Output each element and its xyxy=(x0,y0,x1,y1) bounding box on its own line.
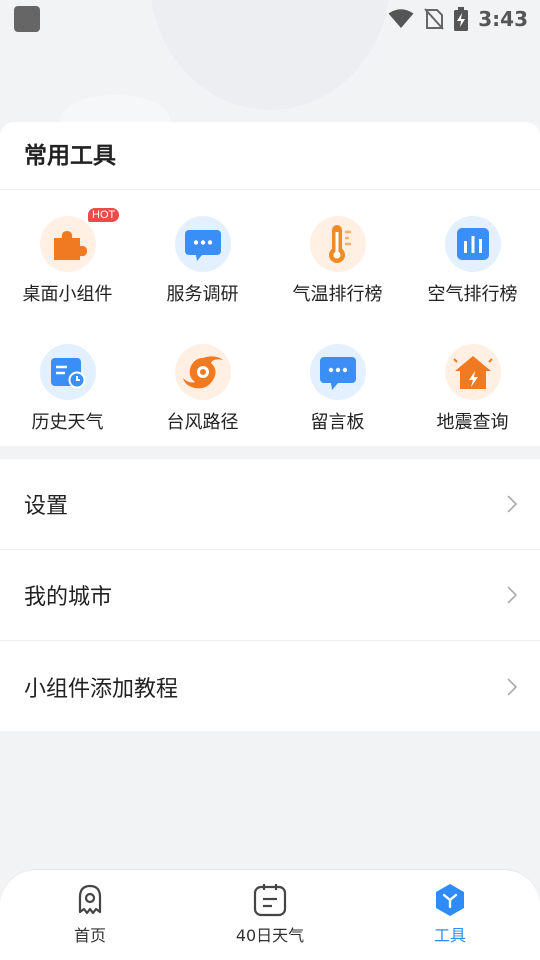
tool-earthquake-query[interactable]: 地震查询 xyxy=(405,326,540,454)
tool-label: 留言板 xyxy=(310,412,365,433)
hot-badge: HOT xyxy=(88,208,120,222)
home-icon xyxy=(78,884,102,915)
chevron-right-icon xyxy=(507,677,518,696)
menu-item-label: 小组件添加教程 xyxy=(24,676,179,702)
nav-40-day-weather[interactable]: 40日天气 xyxy=(180,870,360,960)
wifi-icon xyxy=(388,9,414,29)
history-calendar-icon xyxy=(39,344,96,400)
tool-air-ranking[interactable]: 空气排行榜 xyxy=(405,198,540,326)
bar-chart-icon xyxy=(444,216,501,272)
tool-typhoon-path[interactable]: 台风路径 xyxy=(135,326,270,454)
thermometer-icon xyxy=(309,216,366,272)
chevron-right-icon xyxy=(507,586,518,604)
earthquake-house-icon xyxy=(444,344,501,400)
tool-service-survey[interactable]: 服务调研 xyxy=(135,198,270,326)
settings-list: 设置 我的城市 小组件添加教程 xyxy=(0,459,540,731)
tool-temperature-ranking[interactable]: 气温排行榜 xyxy=(270,198,405,326)
bottom-nav: 首页 40日天气 工具 xyxy=(0,870,540,960)
menu-item-my-cities[interactable]: 我的城市 xyxy=(0,550,540,641)
tools-hexagon-icon xyxy=(436,884,464,916)
tool-history-weather[interactable]: 历史天气 xyxy=(0,326,135,454)
tool-label: 空气排行榜 xyxy=(427,284,518,305)
tool-label: 历史天气 xyxy=(31,412,104,433)
tools-grid: HOT 桌面小组件 服务调研 气温排行榜 空气排行榜 历史天气 台风路径 留言板… xyxy=(0,190,540,454)
app-icon xyxy=(14,6,40,32)
tool-message-board[interactable]: 留言板 xyxy=(270,326,405,454)
menu-item-settings[interactable]: 设置 xyxy=(0,459,540,550)
battery-charging-icon xyxy=(454,7,469,31)
nav-home[interactable]: 首页 xyxy=(0,870,180,960)
no-sim-icon xyxy=(424,8,444,30)
nav-label: 工具 xyxy=(433,926,466,945)
tool-desktop-widget[interactable]: HOT 桌面小组件 xyxy=(0,198,135,326)
typhoon-icon xyxy=(174,344,231,400)
tool-label: 气温排行榜 xyxy=(292,284,383,305)
tools-card: 常用工具 HOT 桌面小组件 服务调研 气温排行榜 空气排行榜 历史天气 台风路… xyxy=(0,122,540,446)
tool-label: 桌面小组件 xyxy=(22,284,113,305)
status-time: 3:43 xyxy=(478,7,528,31)
menu-item-widget-tutorial[interactable]: 小组件添加教程 xyxy=(0,641,540,732)
tool-label: 台风路径 xyxy=(166,412,239,433)
chevron-right-icon xyxy=(507,495,518,513)
tool-label: 地震查询 xyxy=(436,412,509,433)
nav-label: 40日天气 xyxy=(235,926,305,945)
widget-puzzle-icon xyxy=(39,216,96,272)
menu-item-label: 设置 xyxy=(24,494,69,519)
tool-label: 服务调研 xyxy=(166,284,239,305)
nav-label: 首页 xyxy=(73,926,106,945)
status-bar: 3:43 xyxy=(0,0,540,38)
survey-chat-icon xyxy=(174,216,231,272)
menu-item-label: 我的城市 xyxy=(24,585,113,610)
tools-title: 常用工具 xyxy=(0,122,540,190)
nav-tools[interactable]: 工具 xyxy=(360,870,540,960)
status-right: 3:43 xyxy=(388,7,528,31)
calendar-40-icon xyxy=(253,884,287,917)
message-board-icon xyxy=(309,344,366,400)
